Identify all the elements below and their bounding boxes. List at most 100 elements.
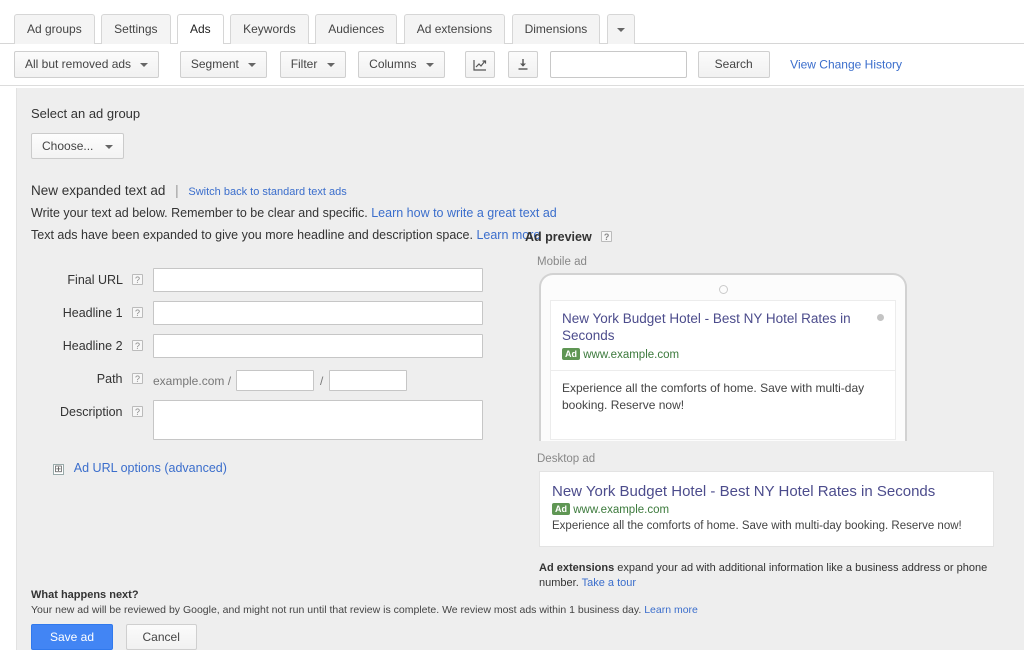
- ad-extensions-note: Ad extensions expand your ad with additi…: [539, 561, 989, 591]
- help-icon[interactable]: ?: [132, 340, 143, 351]
- columns-dropdown[interactable]: Columns: [358, 51, 445, 78]
- page-title: New expanded text ad: [31, 183, 166, 198]
- segment-dropdown[interactable]: Segment: [179, 51, 268, 78]
- primary-tab-bar: Ad groups Settings Ads Keywords Audience…: [0, 0, 1024, 45]
- path-label-wrap: Path ?: [31, 367, 143, 386]
- help-icon[interactable]: ?: [132, 373, 143, 384]
- desktop-ad-headline[interactable]: New York Budget Hotel - Best NY Hotel Ra…: [552, 482, 981, 501]
- mobile-ad-description: Experience all the comforts of home. Sav…: [562, 381, 865, 412]
- mobile-ad-card: New York Budget Hotel - Best NY Hotel Ra…: [550, 300, 896, 440]
- final-url-input[interactable]: [153, 268, 483, 292]
- footer-learn-more-link[interactable]: Learn more: [644, 604, 698, 616]
- headline-1-input[interactable]: [153, 301, 483, 325]
- tab-settings[interactable]: Settings: [101, 14, 171, 44]
- what-happens-next-text: Your new ad will be reviewed by Google, …: [31, 604, 645, 616]
- line-chart-icon: [473, 59, 487, 71]
- headline-2-label: Headline 2: [62, 339, 123, 353]
- ad-badge: Ad: [562, 348, 580, 360]
- ad-preview-title: Ad preview: [525, 230, 592, 244]
- path-domain-prefix: example.com /: [153, 373, 232, 388]
- tab-audiences[interactable]: Audiences: [315, 14, 398, 44]
- mobile-ad-url: www.example.com: [583, 349, 680, 361]
- what-happens-next-text-row: Your new ad will be reviewed by Google, …: [31, 604, 731, 616]
- view-filter-label: All but removed ads: [25, 57, 132, 71]
- mobile-ad-url-row: Ad www.example.com: [562, 348, 884, 361]
- mobile-ad-label: Mobile ad: [537, 256, 587, 268]
- chevron-down-icon: [326, 62, 335, 67]
- ads-toolbar: All but removed ads Segment Filter Colum…: [0, 44, 1024, 86]
- tab-ad-groups[interactable]: Ad groups: [14, 14, 95, 44]
- learn-how-to-write-link[interactable]: Learn how to write a great text ad: [371, 206, 557, 220]
- chart-toggle-button[interactable]: [465, 51, 496, 78]
- desktop-ad-url: www.example.com: [573, 504, 670, 516]
- content-panel: Select an ad group Choose... New expande…: [16, 88, 1024, 650]
- view-change-history-link[interactable]: View Change History: [790, 58, 902, 72]
- description-label-wrap: Description ?: [31, 400, 143, 419]
- ad-group-choose-dropdown[interactable]: Choose...: [31, 133, 124, 159]
- ad-info-icon[interactable]: [877, 314, 884, 321]
- field-row-final-url: Final URL ?: [31, 268, 501, 292]
- new-ad-heading-row: New expanded text ad | Switch back to st…: [31, 183, 1024, 198]
- intro-line-2-text: Text ads have been expanded to give you …: [31, 228, 473, 242]
- help-icon[interactable]: ?: [132, 406, 143, 417]
- ad-extensions-note-bold: Ad extensions: [539, 562, 615, 574]
- filter-label: Filter: [290, 57, 318, 71]
- description-input[interactable]: [153, 400, 483, 440]
- what-happens-next-title: What happens next?: [31, 589, 139, 601]
- ad-badge: Ad: [552, 503, 570, 515]
- filter-dropdown[interactable]: Filter: [279, 51, 346, 78]
- chevron-down-icon: [425, 62, 434, 67]
- description-label: Description: [59, 405, 123, 419]
- heading-separator: |: [175, 183, 179, 198]
- ad-url-options-link[interactable]: Ad URL options (advanced): [74, 461, 227, 475]
- take-a-tour-link[interactable]: Take a tour: [582, 577, 636, 589]
- mobile-ad-headline-text: New York Budget Hotel - Best NY Hotel Ra…: [562, 311, 851, 343]
- mobile-ad-headline[interactable]: New York Budget Hotel - Best NY Hotel Ra…: [562, 310, 884, 344]
- path-separator: /: [320, 373, 324, 388]
- cancel-button[interactable]: Cancel: [125, 624, 197, 650]
- desktop-ad-description: Experience all the comforts of home. Sav…: [552, 520, 962, 532]
- select-ad-group-label: Select an ad group: [31, 106, 141, 121]
- chevron-down-icon: [140, 62, 149, 67]
- tab-ads[interactable]: Ads: [176, 14, 224, 45]
- download-icon: [518, 59, 528, 71]
- path-segment-1-input[interactable]: [236, 370, 315, 391]
- ad-preview-section: Ad preview ? Mobile ad New York Budget H…: [525, 230, 995, 591]
- chevron-down-icon: [104, 144, 113, 149]
- tab-overflow-button[interactable]: [606, 14, 635, 44]
- intro-line-1-text: Write your text ad below. Remember to be…: [31, 206, 368, 220]
- tab-ad-extensions[interactable]: Ad extensions: [403, 14, 506, 44]
- chevron-down-icon: [616, 27, 625, 32]
- help-icon[interactable]: ?: [132, 274, 143, 285]
- switch-to-standard-ads-link[interactable]: Switch back to standard text ads: [188, 186, 346, 198]
- desktop-ad-url-row: Ad www.example.com: [552, 503, 981, 516]
- intro-line-1: Write your text ad below. Remember to be…: [31, 206, 1024, 220]
- path-segment-2-input[interactable]: [329, 370, 408, 391]
- headline-1-label-wrap: Headline 1 ?: [31, 301, 143, 320]
- view-filter-dropdown[interactable]: All but removed ads: [14, 51, 160, 78]
- save-ad-button[interactable]: Save ad: [31, 624, 114, 650]
- ad-group-choose-label: Choose...: [42, 139, 94, 153]
- tab-keywords[interactable]: Keywords: [230, 14, 309, 44]
- search-input[interactable]: [550, 51, 688, 78]
- footer-button-row: Save ad Cancel: [31, 624, 731, 650]
- field-row-headline-2: Headline 2 ?: [31, 334, 501, 358]
- tab-dimensions[interactable]: Dimensions: [511, 14, 601, 44]
- final-url-label: Final URL: [67, 273, 123, 287]
- segment-label: Segment: [190, 57, 239, 71]
- headline-2-label-wrap: Headline 2 ?: [31, 334, 143, 353]
- ad-preview-title-row: Ad preview ?: [525, 230, 995, 244]
- field-row-headline-1: Headline 1 ?: [31, 301, 501, 325]
- phone-camera-icon: [718, 285, 728, 294]
- expand-plus-icon[interactable]: ⊞: [53, 464, 64, 475]
- headline-1-label: Headline 1: [62, 306, 123, 320]
- path-label: Path: [96, 372, 123, 386]
- final-url-label-wrap: Final URL ?: [31, 268, 143, 287]
- search-button[interactable]: Search: [697, 51, 770, 78]
- footer-section: What happens next? Your new ad will be r…: [31, 589, 731, 650]
- headline-2-input[interactable]: [153, 334, 483, 358]
- field-row-path: Path ? example.com / /: [31, 367, 501, 391]
- download-button[interactable]: [507, 51, 538, 78]
- help-icon[interactable]: ?: [601, 231, 613, 242]
- help-icon[interactable]: ?: [132, 307, 143, 318]
